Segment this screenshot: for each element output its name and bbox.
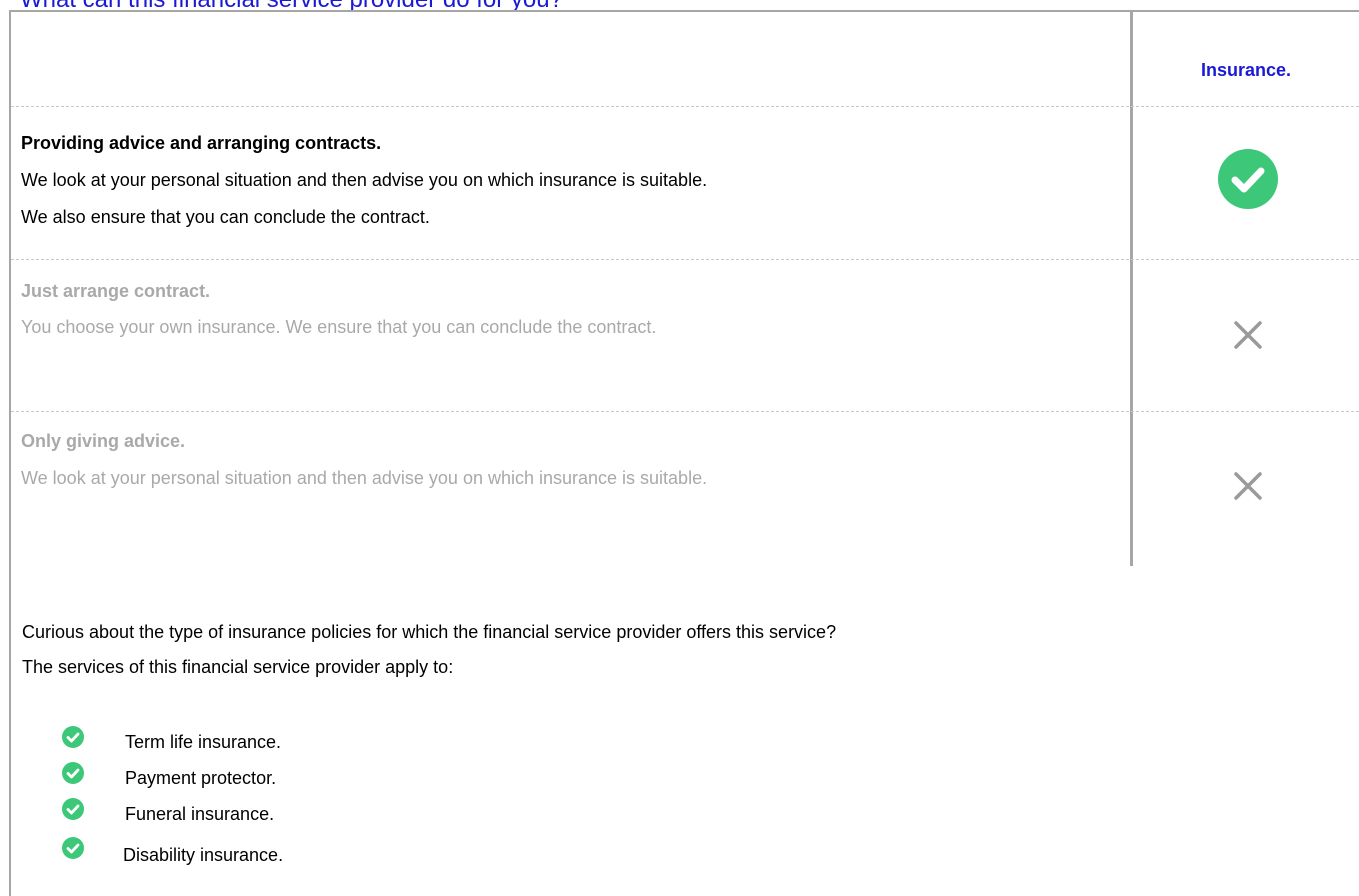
row-divider bbox=[11, 106, 1359, 107]
cross-icon bbox=[1234, 321, 1262, 349]
check-icon bbox=[62, 726, 84, 748]
info-intro: The services of this financial service p… bbox=[22, 657, 454, 677]
cross-icon bbox=[1234, 472, 1262, 500]
service-item: Term life insurance. bbox=[125, 732, 282, 752]
row-description: We look at your personal situation and t… bbox=[21, 170, 708, 190]
column-divider bbox=[1130, 10, 1133, 566]
check-icon bbox=[62, 798, 84, 820]
service-item: Disability insurance. bbox=[123, 845, 284, 865]
row-description: You choose your own insurance. We ensure… bbox=[21, 317, 657, 337]
row-title-advice-and-arrange: Providing advice and arranging contracts… bbox=[21, 133, 382, 153]
row-divider bbox=[11, 259, 1359, 260]
check-icon bbox=[62, 762, 84, 784]
info-question: Curious about the type of insurance poli… bbox=[22, 622, 837, 642]
row-divider bbox=[11, 411, 1359, 412]
row-description: We look at your personal situation and t… bbox=[21, 468, 708, 488]
check-icon bbox=[62, 837, 84, 859]
service-item: Funeral insurance. bbox=[125, 804, 275, 824]
row-description: We also ensure that you can conclude the… bbox=[21, 207, 430, 227]
column-header-insurance: Insurance. bbox=[1200, 60, 1292, 80]
service-item: Payment protector. bbox=[125, 768, 277, 788]
row-title-advice-only: Only giving advice. bbox=[21, 431, 186, 451]
check-icon bbox=[1218, 149, 1278, 209]
row-title-arrange-only: Just arrange contract. bbox=[21, 281, 211, 301]
